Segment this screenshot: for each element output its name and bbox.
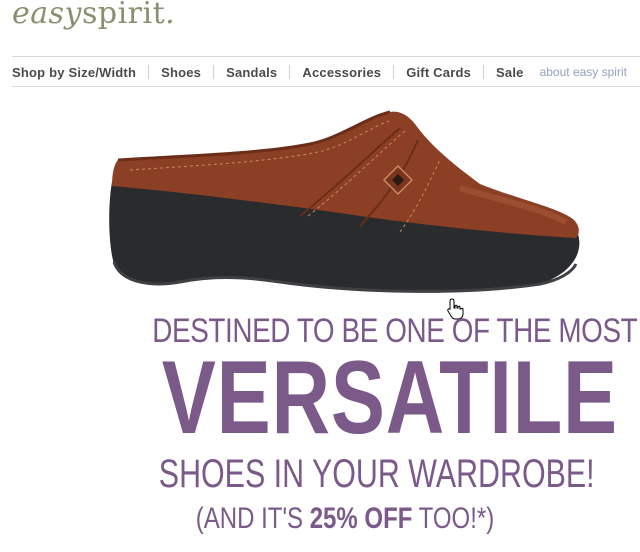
nav-sale[interactable]: Sale (496, 65, 524, 80)
promo-line-versatile: VERSATILE (161, 340, 618, 456)
header-divider-top (12, 56, 640, 57)
promo-discount-prefix: (AND IT'S (195, 502, 310, 535)
nav-separator (483, 65, 485, 79)
main-nav: Shop by Size/Width Shoes Sandals Accesso… (12, 60, 627, 84)
nav-separator (213, 65, 215, 79)
nav-separator (148, 65, 150, 79)
easy-spirit-logo[interactable]: easyspirit. (12, 0, 175, 31)
promo-discount-suffix: TOO!*) (412, 502, 495, 535)
nav-sandals[interactable]: Sandals (226, 65, 277, 80)
nav-about-easy-spirit[interactable]: about easy spirit (540, 65, 627, 79)
header-divider-bottom (12, 86, 640, 87)
promo-discount-percent: 25% OFF (309, 502, 413, 535)
promo-line-discount: (AND IT'S 25% OFF TOO!*) (157, 502, 533, 536)
logo-dot: . (165, 0, 176, 31)
promo-line-wardrobe: SHOES IN YOUR WARDROBE! (158, 452, 595, 496)
nav-gift-cards[interactable]: Gift Cards (406, 65, 471, 80)
nav-accessories[interactable]: Accessories (302, 65, 381, 80)
nav-separator (393, 65, 395, 79)
nav-separator (289, 65, 291, 79)
logo-spirit: spirit (81, 0, 166, 31)
logo-easy: easy (12, 0, 82, 31)
brown-clog-shoe-image[interactable] (100, 104, 590, 304)
nav-shoes[interactable]: Shoes (161, 65, 201, 80)
nav-shop-by-size-width[interactable]: Shop by Size/Width (12, 65, 136, 80)
